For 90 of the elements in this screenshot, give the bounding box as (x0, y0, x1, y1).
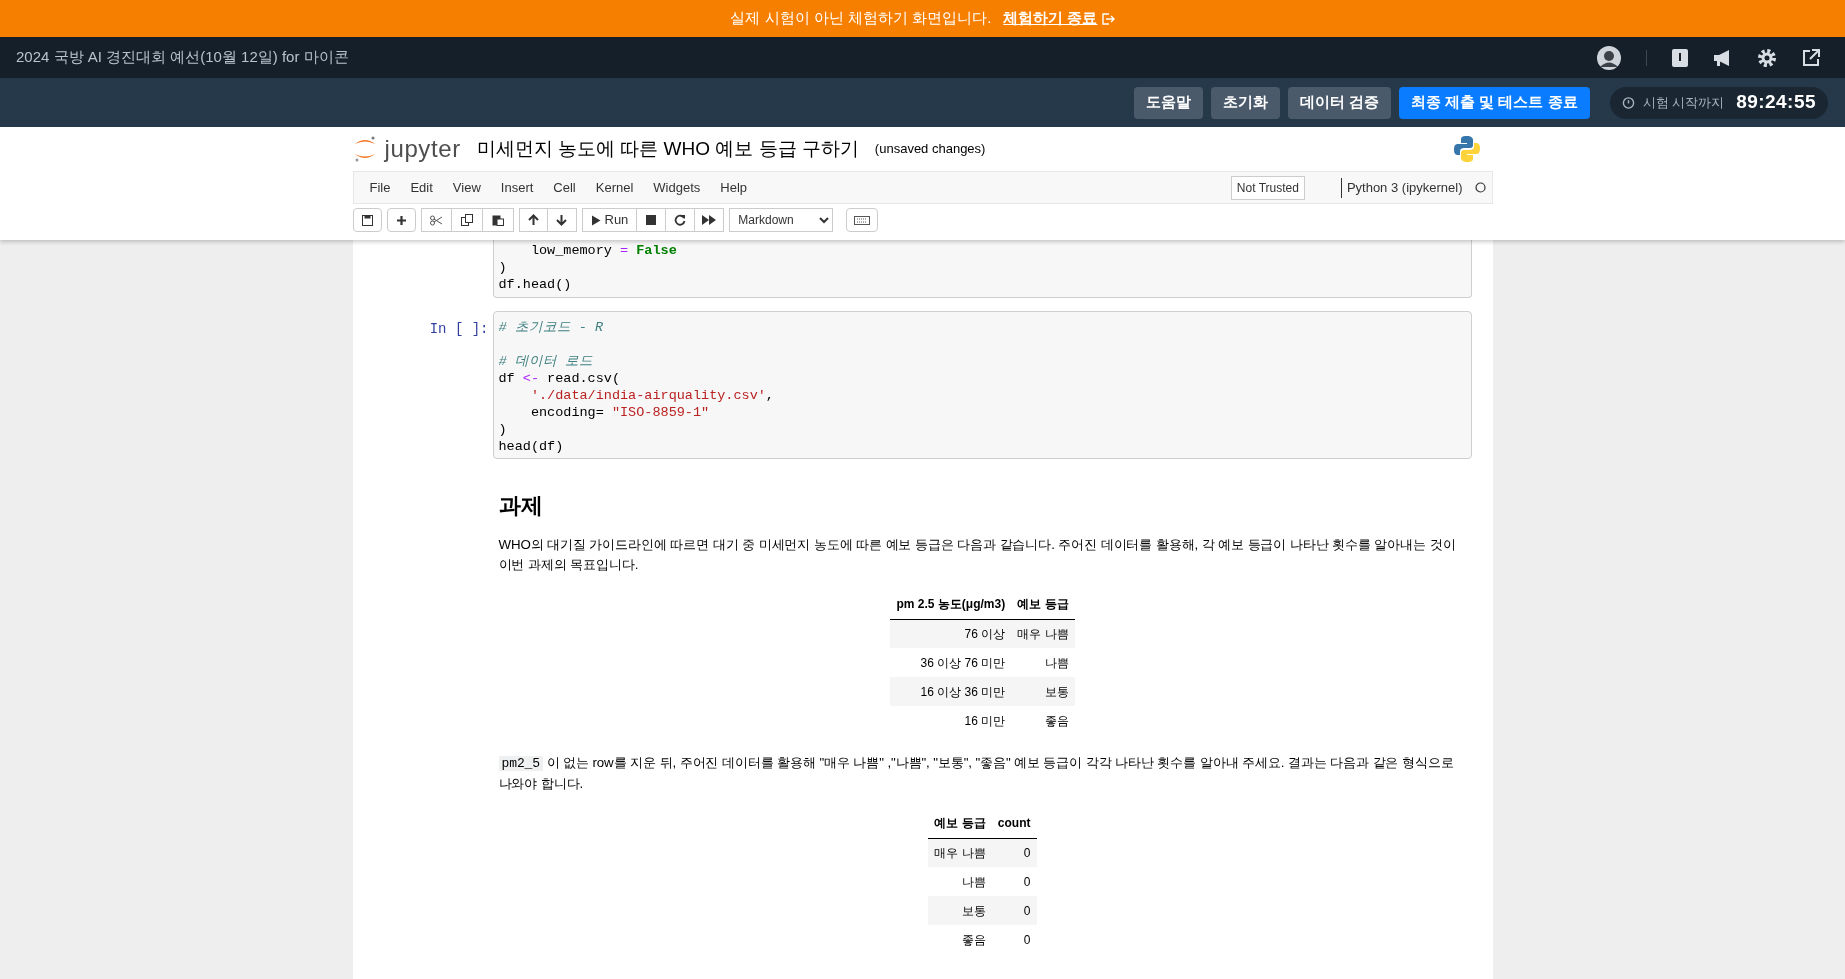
jupyter-wordmark: jupyter (384, 134, 461, 164)
code-line: # 초기코드 - R (498, 320, 604, 335)
code-line: low_memory = False (529, 243, 677, 258)
clipboard-icon (491, 214, 504, 226)
keyboard-button[interactable] (846, 208, 879, 232)
table-cell: 좋음 (928, 925, 992, 954)
arrow-down-icon (556, 214, 567, 226)
menu-item[interactable]: File (359, 177, 401, 198)
book-icon[interactable] (1671, 47, 1689, 68)
table-cell: 0 (991, 867, 1037, 896)
action-button[interactable]: 도움말 (1133, 86, 1203, 119)
kernel-name: Python 3 (ipykernel) (1346, 178, 1463, 197)
table-cell: 0 (991, 925, 1037, 954)
settings-icon[interactable] (1757, 47, 1777, 68)
save-button[interactable] (352, 208, 382, 232)
floppy-icon (361, 214, 373, 226)
stopwatch-icon (1621, 96, 1635, 109)
code-line: encoding= "ISO-8859-1" (529, 405, 710, 420)
save-status: (unsaved changes) (874, 140, 986, 159)
table-cell: 좋음 (1011, 706, 1075, 735)
banner-text: 실제 시험이 아닌 체험하기 화면입니다. (730, 8, 992, 29)
stop-icon (646, 215, 657, 225)
move-down-button[interactable] (547, 208, 577, 232)
menu-item[interactable]: Cell (543, 177, 586, 198)
menu-item[interactable]: Insert (490, 177, 544, 198)
menu-item[interactable]: Help (710, 177, 758, 198)
table-cell: 0 (991, 896, 1037, 925)
code-line: head(df) (498, 439, 564, 454)
avatar-icon[interactable] (1596, 44, 1622, 71)
paragraph: pm2_5 이 없는 row를 지운 뒤, 주어진 데이터를 활용해 "매우 나쁨" ,"나쁨", "보통", "좋음" 예보 등급이 각각 나타난 횟수를 알아내 주세요. 결과는 다음과 같은 형식으로 나와야 합니다. (498, 754, 1455, 793)
refresh-icon (674, 214, 687, 226)
cell-prompt: In [ ]: (429, 321, 489, 337)
table-cell: 16 이상 36 미만 (890, 677, 1012, 706)
external-link-icon[interactable] (1801, 47, 1821, 68)
notebook-title[interactable]: 미세먼지 농도에 따른 WHO 예보 등급 구하기 (476, 134, 859, 164)
menu-item[interactable]: View (442, 177, 491, 198)
column-header: count (991, 809, 1037, 838)
fast-forward-icon (702, 215, 717, 225)
copy-button[interactable] (451, 208, 483, 232)
table-cell: 나쁨 (928, 867, 992, 896)
paragraph: WHO의 대기질 가이드라인에 따르면 대기 중 미세먼지 농도에 따른 예보 등급은 다음과 같습니다. 주어진 데이터를 활용해, 각 예보 등급이 나타난 횟수를 알아내는 것이 이번 과제의 목표입니다. (498, 536, 1457, 574)
column-header: 예보 등급 (928, 809, 992, 838)
run-button[interactable]: Run (581, 208, 638, 232)
code-line: df.head() (498, 277, 572, 292)
action-button[interactable]: 초기화 (1210, 86, 1280, 119)
scissors-icon (429, 214, 443, 226)
table-cell: 나쁨 (1011, 648, 1075, 677)
exit-icon (1101, 12, 1115, 25)
code-cell[interactable]: # 초기코드 - R # 데이터 로드 df <- read.csv( './data/india-airquality.csv', encoding= "ISO-8859-1" ) head(df) (492, 311, 1472, 459)
table-cell: 매우 나쁨 (928, 838, 992, 867)
timer-value: 89:24:55 (1736, 90, 1816, 115)
arrow-up-icon (527, 214, 539, 226)
code-line: # 데이터 로드 (498, 354, 593, 369)
menu-item[interactable]: Widgets (643, 177, 711, 198)
table-cell: 매우 나쁨 (1011, 619, 1075, 648)
section-heading: 과제 (498, 492, 544, 520)
code-line: ) (498, 260, 507, 275)
fast-forward-button[interactable] (695, 208, 725, 232)
restart-button[interactable] (666, 208, 696, 232)
table-cell: 0 (991, 838, 1037, 867)
keyboard-icon (854, 215, 871, 225)
table-cell: 보통 (928, 896, 992, 925)
table-cell: 16 미만 (890, 706, 1012, 735)
paste-button[interactable] (482, 208, 514, 232)
code-line: df <- read.csv( (498, 371, 621, 386)
table-cell: 보통 (1011, 677, 1075, 706)
cell-type-dropdown[interactable]: Markdown (729, 208, 834, 232)
trust-indicator[interactable]: Not Trusted (1230, 175, 1305, 200)
submit-button[interactable]: 최종 제출 및 테스트 종료 (1398, 86, 1590, 119)
timer-label: 시험 시작까지 (1642, 93, 1725, 112)
stop-button[interactable] (637, 208, 667, 232)
cut-button[interactable] (420, 208, 452, 232)
code-line: './data/india-airquality.csv', (529, 388, 774, 403)
action-button[interactable]: 데이터 검증 (1287, 86, 1391, 119)
play-icon (590, 214, 601, 226)
copy-icon (460, 214, 473, 226)
python-logo-icon (1452, 135, 1481, 163)
kernel-idle-icon (1474, 182, 1486, 193)
insert-cell-button[interactable] (386, 208, 416, 232)
competition-title: 2024 국방 AI 경진대회 예선(10월 12일) for 마이콘 (16, 47, 349, 68)
code-cell[interactable]: low_memory = False ) df.head() (492, 240, 1472, 298)
menu-item[interactable]: Kernel (585, 177, 644, 198)
column-header: 예보 등급 (1011, 590, 1075, 619)
table-cell: 76 이상 (890, 619, 1012, 648)
move-up-button[interactable] (518, 208, 548, 232)
code-line: ) (498, 422, 507, 437)
column-header: pm 2.5 농도(μg/m3) (890, 590, 1012, 619)
plus-icon (395, 214, 407, 226)
menu-item[interactable]: Edit (400, 177, 443, 198)
table-cell: 36 이상 76 미만 (890, 648, 1012, 677)
